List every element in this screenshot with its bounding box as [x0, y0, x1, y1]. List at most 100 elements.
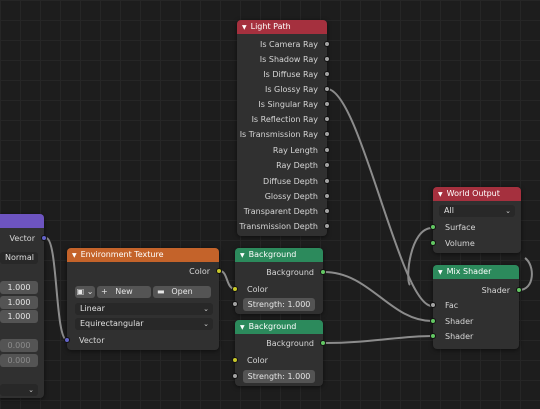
lp-is-singular-ray: Is Singular Ray	[258, 100, 318, 109]
lp-socket-ray-length[interactable]	[324, 147, 330, 153]
light-path-node[interactable]: ▼ Light Path Is Camera Ray Is Shadow Ray …	[237, 20, 330, 236]
background-2-output-socket[interactable]	[320, 340, 326, 346]
node-editor[interactable]: Vector Normal 1.000 1.000 1.000 0.000 0.…	[0, 0, 540, 409]
background-1-strength-field[interactable]: Strength: 1.000	[243, 298, 315, 311]
world-output-target-value: All	[444, 206, 454, 215]
lp-socket-camera[interactable]	[324, 41, 330, 47]
background-node-2[interactable]: ▼ Background Background Color Strength: 1…	[232, 320, 326, 386]
partial-value-3[interactable]: 1.000	[0, 310, 38, 323]
environment-texture-header[interactable]: ▼ Environment Texture	[67, 248, 219, 262]
open-image-button[interactable]: ▬ Open	[153, 286, 211, 298]
environment-texture-title: Environment Texture	[80, 250, 164, 259]
world-output-target-dropdown[interactable]: All ⌄	[439, 205, 515, 217]
world-output-volume-label: Volume	[445, 239, 475, 248]
lp-socket-transmission-depth[interactable]	[324, 223, 330, 229]
light-path-header[interactable]: ▼ Light Path	[237, 20, 327, 34]
lp-socket-shadow[interactable]	[324, 56, 330, 62]
background-1-color-socket[interactable]	[232, 286, 238, 292]
background-1-output-socket[interactable]	[320, 269, 326, 275]
lp-socket-reflection[interactable]	[324, 116, 330, 122]
background-1-title: Background	[248, 250, 297, 259]
partial-value-5[interactable]: 0.000	[0, 354, 38, 367]
env-input-vector-label: Vector	[79, 336, 105, 345]
world-output-title: World Output	[446, 189, 500, 198]
lp-socket-transmission[interactable]	[324, 131, 330, 137]
lp-is-camera-ray: Is Camera Ray	[259, 40, 318, 49]
world-output-node[interactable]: ▼ World Output All ⌄ Surface Volume	[430, 187, 521, 253]
mix-shader-shader2-label: Shader	[445, 332, 474, 341]
collapse-arrow-icon[interactable]: ▼	[240, 249, 245, 262]
new-image-label: New	[115, 287, 133, 296]
collapse-arrow-icon[interactable]: ▼	[242, 21, 247, 34]
background-1-header[interactable]: ▼ Background	[235, 248, 323, 262]
mix-shader-node[interactable]: ▼ Mix Shader Shader Fac Shader Shader	[430, 265, 522, 349]
projection-dropdown[interactable]: Equirectangular ⌄	[75, 318, 213, 330]
partial-value-1[interactable]: 1.000	[0, 281, 38, 294]
lp-is-diffuse-ray: Is Diffuse Ray	[263, 70, 318, 79]
background-1-output-label: Background	[266, 268, 314, 277]
background-2-header[interactable]: ▼ Background	[235, 320, 323, 334]
wire-mix-to-world-surface	[518, 257, 533, 291]
env-output-color-socket[interactable]	[216, 268, 222, 274]
lp-socket-glossy[interactable]	[324, 86, 330, 92]
background-2-color-socket[interactable]	[232, 357, 238, 363]
background-2-strength-socket[interactable]	[232, 373, 238, 379]
background-2-output-label: Background	[266, 339, 314, 348]
interpolation-value: Linear	[80, 304, 105, 313]
mix-shader-output-socket[interactable]	[516, 287, 522, 293]
light-path-title: Light Path	[250, 22, 291, 31]
lp-glossy-depth: Glossy Depth	[264, 192, 318, 201]
mix-shader-fac-socket[interactable]	[430, 302, 436, 308]
collapse-arrow-icon[interactable]: ▼	[72, 249, 77, 262]
background-2-color-label: Color	[247, 356, 268, 365]
mix-shader-shader2-socket[interactable]	[430, 333, 436, 339]
background-2-strength-field[interactable]: Strength: 1.000	[243, 370, 315, 383]
wire-bg2-to-mix-shader	[323, 335, 433, 344]
world-output-surface-socket[interactable]	[430, 224, 436, 230]
lp-is-glossy-ray: Is Glossy Ray	[264, 85, 318, 94]
lp-socket-diffuse-depth[interactable]	[324, 178, 330, 184]
image-browse-button[interactable]: ▣ ⌄	[75, 286, 95, 298]
partial-output-vector: Vector	[9, 234, 36, 243]
partial-value-4[interactable]: 0.000	[0, 339, 38, 352]
partial-bottom-dropdown[interactable]: ⌄	[0, 384, 38, 396]
lp-ray-length: Ray Length	[272, 146, 318, 155]
env-input-vector-socket[interactable]	[64, 337, 70, 343]
collapse-arrow-icon[interactable]: ▼	[438, 188, 443, 201]
mix-shader-header[interactable]: ▼ Mix Shader	[433, 265, 519, 279]
plus-icon: +	[101, 287, 108, 296]
lp-socket-ray-depth[interactable]	[324, 162, 330, 168]
lp-socket-transparent-depth[interactable]	[324, 208, 330, 214]
wire-bg1-to-mix-shader	[323, 271, 433, 322]
environment-texture-node[interactable]: ▼ Environment Texture Color ▣ ⌄ + New ▬ Ope…	[64, 248, 222, 350]
background-1-strength-socket[interactable]	[232, 301, 238, 307]
mix-shader-output-label: Shader	[481, 286, 510, 295]
partial-normal-dropdown[interactable]: Normal	[0, 252, 38, 264]
background-2-title: Background	[248, 322, 297, 331]
lp-diffuse-depth: Diffuse Depth	[263, 177, 318, 186]
lp-transparent-depth: Transparent Depth	[243, 207, 318, 216]
lp-transmission-depth: Transmission Depth	[239, 222, 318, 231]
chevron-down-icon: ⌄	[28, 386, 34, 394]
interpolation-dropdown[interactable]: Linear ⌄	[75, 303, 213, 315]
lp-ray-depth: Ray Depth	[276, 161, 318, 170]
collapse-arrow-icon[interactable]: ▼	[240, 321, 245, 334]
partial-node[interactable]: Vector Normal 1.000 1.000 1.000 0.000 0.…	[0, 214, 47, 398]
mix-shader-shader1-socket[interactable]	[430, 318, 436, 324]
lp-socket-diffuse[interactable]	[324, 71, 330, 77]
chevron-down-icon: ⌄	[203, 305, 209, 313]
partial-output-socket[interactable]	[41, 235, 47, 241]
new-image-button[interactable]: + New	[97, 286, 151, 298]
partial-dropdown-value: Normal	[5, 253, 34, 262]
background-node-1[interactable]: ▼ Background Background Color Strength: 1…	[232, 248, 326, 314]
wire-partial-vector	[45, 237, 68, 341]
collapse-arrow-icon[interactable]: ▼	[438, 266, 443, 279]
partial-value-2[interactable]: 1.000	[0, 296, 38, 309]
lp-socket-singular[interactable]	[324, 101, 330, 107]
lp-socket-glossy-depth[interactable]	[324, 193, 330, 199]
world-output-volume-socket[interactable]	[430, 240, 436, 246]
partial-node-header[interactable]	[0, 214, 44, 228]
world-output-header[interactable]: ▼ World Output	[433, 187, 521, 201]
mix-shader-fac-label: Fac	[445, 301, 459, 310]
folder-icon: ▬	[157, 287, 165, 296]
